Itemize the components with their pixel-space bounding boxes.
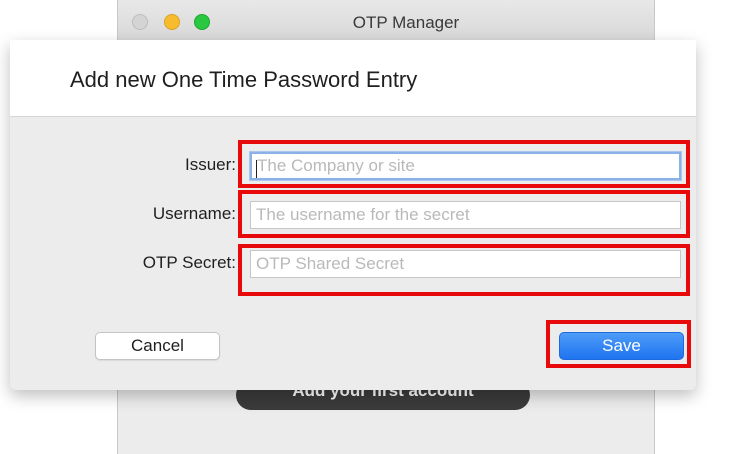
save-button[interactable]: Save: [559, 332, 684, 360]
issuer-input[interactable]: [250, 152, 681, 180]
add-entry-dialog: Add new One Time Password Entry Issuer: …: [10, 40, 696, 390]
cancel-button[interactable]: Cancel: [95, 332, 220, 360]
dialog-title: Add new One Time Password Entry: [70, 67, 418, 92]
dialog-header: Add new One Time Password Entry: [10, 40, 696, 117]
username-label: Username:: [152, 204, 236, 223]
otp-secret-input[interactable]: [250, 250, 681, 278]
otp-secret-label: OTP Secret:: [142, 253, 236, 272]
window-title: OTP Manager: [352, 13, 460, 32]
text-caret: [256, 160, 257, 178]
username-input[interactable]: [250, 201, 681, 229]
issuer-label: Issuer:: [184, 155, 236, 174]
